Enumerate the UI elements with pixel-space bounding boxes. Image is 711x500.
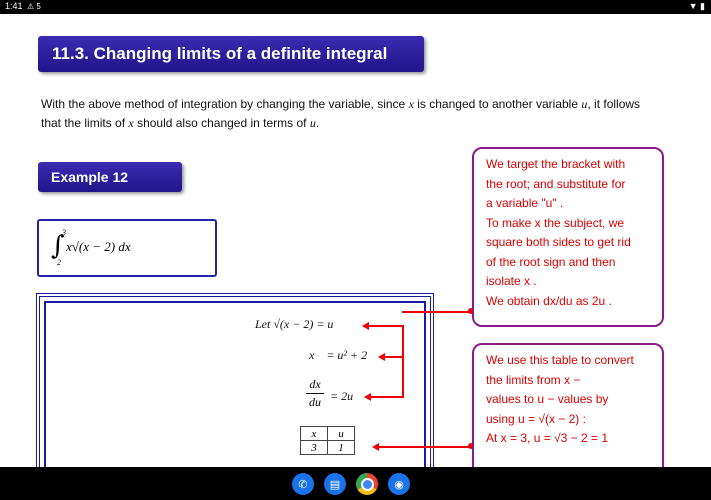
integrand: x√(x − 2) dx	[66, 239, 131, 254]
intro-paragraph: With the above method of integration by …	[41, 97, 641, 130]
arrow-head	[362, 322, 369, 330]
table-header: x	[300, 426, 328, 441]
substitution-line: Let √(x − 2) = u	[255, 317, 334, 331]
messages-icon[interactable]: ▤	[324, 473, 346, 495]
app-dock: ✆ ▤ ◉	[292, 473, 410, 495]
note-substitution: We target the bracket with the root; and…	[472, 147, 664, 327]
arrow-line	[378, 446, 472, 448]
arrow-head	[378, 353, 385, 361]
integral-upper-limit: 3	[62, 228, 66, 237]
chrome-icon[interactable]	[356, 473, 378, 495]
arrow-head	[372, 443, 379, 451]
arrow-line	[384, 356, 402, 358]
note-limits: We use this table to convert the limits …	[472, 343, 664, 467]
document-page[interactable]: 11.3. Changing limits of a definite inte…	[0, 14, 711, 467]
section-title: 11.3. Changing limits of a definite inte…	[38, 36, 424, 72]
wifi-battery-icon: ▼ ▮	[688, 1, 705, 11]
arrow-line	[402, 325, 404, 397]
x-equation: x = u² + 2	[309, 348, 368, 362]
arrow-head	[364, 393, 371, 401]
derivative-fraction: dx du	[306, 377, 324, 410]
status-time: 1:41	[5, 1, 23, 11]
camera-icon[interactable]: ◉	[388, 473, 410, 495]
integral-lower-limit: 2	[57, 258, 61, 267]
arrow-line	[370, 396, 404, 398]
example-title: Example 12	[38, 162, 182, 192]
notification-icons: ⚠ 5	[27, 2, 41, 11]
arrow-line	[368, 325, 402, 327]
arrow-line	[402, 311, 472, 313]
phone-icon[interactable]: ✆	[292, 473, 314, 495]
status-bar: 1:41 ⚠ 5 ▼ ▮	[0, 0, 711, 14]
derivative-rhs: = 2u	[330, 389, 354, 403]
table-header: u	[327, 426, 355, 441]
solution-box	[36, 293, 434, 467]
integral-box: ∫ 3 2 x√(x − 2) dx	[37, 219, 217, 277]
limits-table: x u 3 1	[300, 426, 355, 455]
table-row: 3 1	[300, 440, 355, 455]
